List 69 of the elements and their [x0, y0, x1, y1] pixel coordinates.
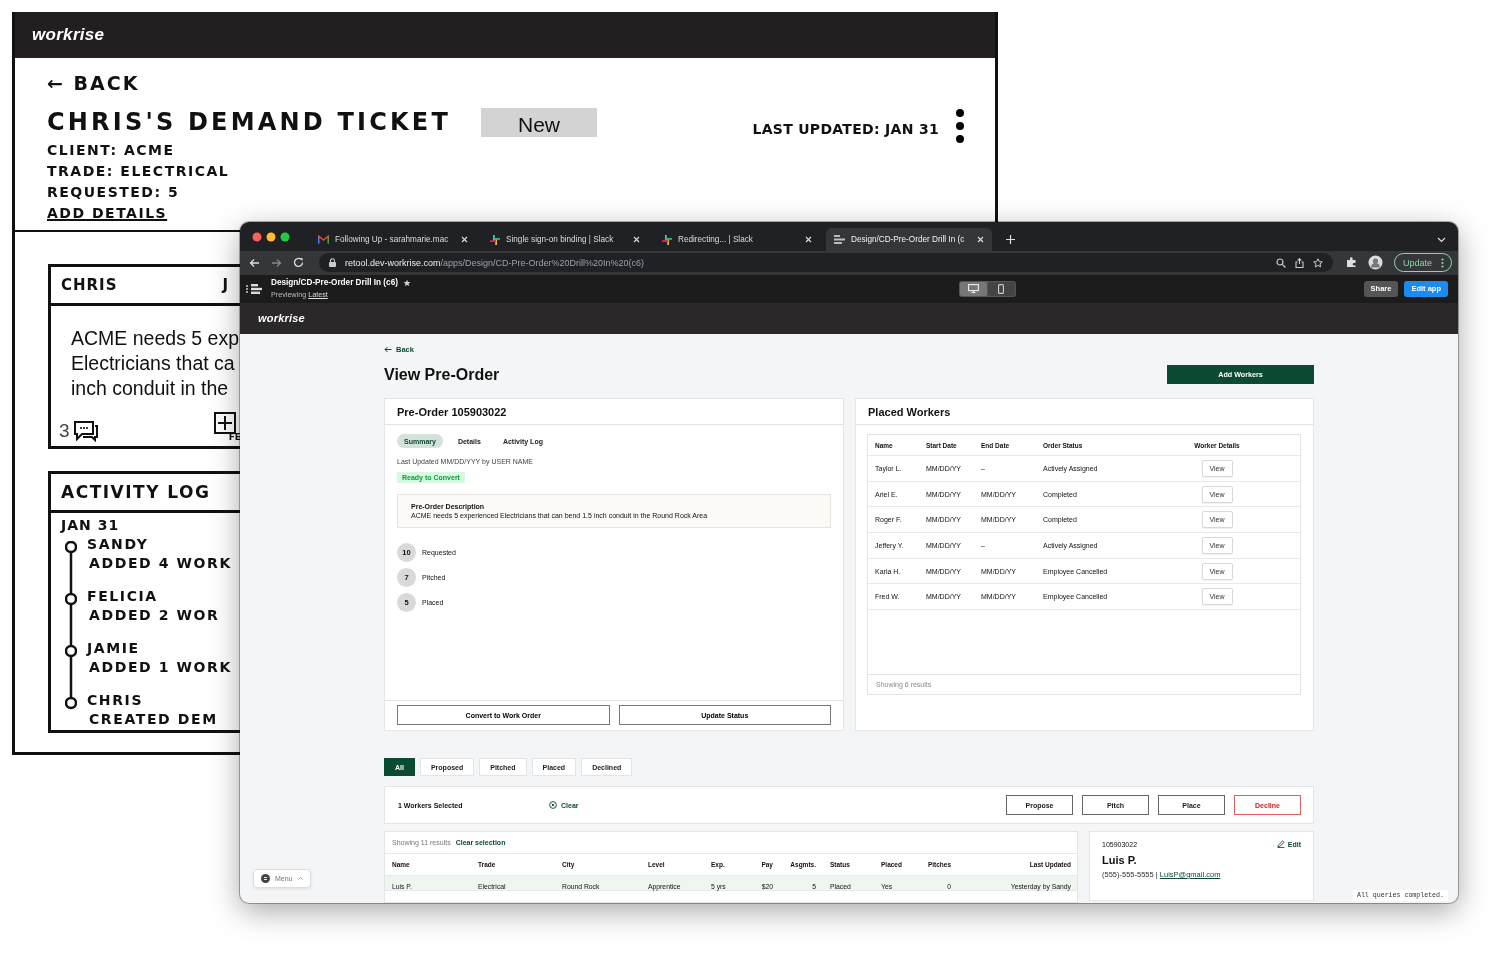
caret-icon	[297, 877, 303, 880]
star-icon[interactable]	[402, 278, 411, 287]
kebab-icon	[955, 108, 965, 144]
sketch-author: CHRIS	[61, 276, 118, 294]
sketch-activity-text: ADDED 1 WORK	[88, 658, 233, 677]
hash-grid-icon	[490, 234, 500, 245]
forward-arrow-icon[interactable]	[271, 258, 282, 268]
mail-icon	[318, 235, 329, 244]
card-title: Placed Workers	[856, 399, 1313, 425]
chat-bubble-icon	[72, 420, 99, 442]
star-icon[interactable]	[1312, 258, 1323, 268]
sketch-last-updated: LAST UPDATED: JAN 31	[752, 121, 939, 137]
puzzle-icon[interactable]	[1345, 257, 1357, 269]
clear-icon	[549, 801, 557, 809]
avatar-icon[interactable]	[1367, 255, 1383, 271]
close-icon[interactable]	[977, 236, 984, 243]
monitor-icon	[967, 284, 979, 294]
logo-icon	[261, 874, 270, 883]
app-icon	[834, 235, 845, 244]
chevron-down-icon[interactable]	[1437, 237, 1446, 243]
lock-icon	[329, 258, 336, 268]
sketch-comment-text: ACME needs 5 exp	[71, 326, 240, 351]
close-icon[interactable]	[805, 236, 812, 243]
sketch-activity-name: SANDY	[87, 535, 150, 554]
app-name: Design/CD-Pre-Order Drill In (c6)	[271, 278, 398, 288]
status-badge: New	[481, 107, 597, 137]
sketch-title: CHRIS'S DEMAND TICKET	[47, 108, 451, 136]
sketch-field: CLIENT: ACME	[47, 140, 965, 161]
worker-name: Luis P.	[1102, 854, 1138, 866]
hash-grid-icon	[662, 234, 672, 245]
window-controls-icon[interactable]	[252, 231, 290, 242]
close-icon[interactable]	[461, 236, 468, 243]
sketch-field: TRADE: ELECTRICAL	[47, 161, 965, 182]
desktop-view-button[interactable]	[959, 281, 987, 296]
sketch-activity-name: FELICIA	[87, 587, 159, 606]
comment-count: 3	[59, 420, 70, 442]
phone-icon	[998, 283, 1005, 294]
browser-tab[interactable]: Following Up - sarahmarie.mac	[310, 228, 476, 251]
sketch-comment-text: inch conduit in the	[71, 376, 230, 401]
sketch-activity-title: ACTIVITY LOG	[61, 482, 211, 502]
browser-tab[interactable]: Redirecting... | Slack	[654, 228, 820, 251]
sketch-date: JAN 31	[59, 516, 121, 533]
sketch-field: REQUESTED: 5	[47, 182, 965, 203]
card-title: Pre-Order 105903022	[385, 399, 843, 425]
app-logo: workrise	[258, 312, 305, 325]
reload-icon[interactable]	[293, 257, 304, 269]
browser-tab[interactable]: Single sign-on binding | Slack	[482, 228, 648, 251]
back-arrow-icon[interactable]	[249, 258, 260, 268]
mobile-view-button[interactable]	[987, 281, 1015, 296]
sketch-activity-text: ADDED 2 WOR	[88, 606, 221, 625]
sketch-activity-text: ADDED 4 WORK	[88, 554, 233, 573]
sketch-activity-name: CHRIS	[87, 691, 145, 710]
sketch-comment-text: Electricians that ca	[71, 351, 236, 376]
close-icon[interactable]	[633, 236, 640, 243]
browser-tab[interactable]: Design/CD-Pre-Order Drill In (c	[826, 228, 992, 251]
plus-icon[interactable]	[1006, 235, 1015, 244]
address-field[interactable]: retool.dev-workrise.com/apps/Design/CD-Pre-Order%20Drill%20In%20(c6)	[319, 253, 1333, 273]
sketch-activity-text: CREATED DEM	[88, 710, 219, 729]
sketch-date: J	[222, 276, 229, 294]
arrow-left-icon	[384, 346, 392, 353]
search-icon[interactable]	[1275, 258, 1286, 268]
kebab-icon	[1441, 258, 1444, 268]
plus-box-icon	[213, 412, 236, 434]
page-title: View Pre-Order	[384, 365, 500, 384]
sketch-logo: workrise	[32, 25, 105, 45]
pencil-icon	[1276, 840, 1285, 848]
share-icon[interactable]	[1294, 258, 1304, 268]
sketch-activity-name: JAMIE	[87, 639, 141, 658]
menu-icon[interactable]	[246, 281, 262, 296]
